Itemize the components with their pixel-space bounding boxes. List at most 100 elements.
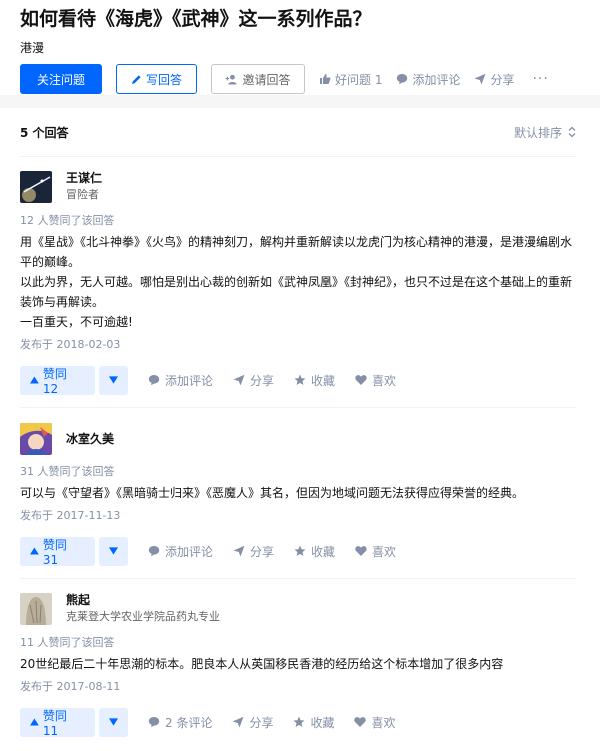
vote-up-label: 赞同 11 bbox=[42, 708, 67, 738]
share-icon bbox=[233, 374, 245, 386]
vote-up-triangle-icon bbox=[30, 718, 39, 726]
collect-label: 收藏 bbox=[310, 715, 335, 730]
invite-answer-button[interactable]: 邀请回答 bbox=[211, 64, 305, 94]
sort-dropdown[interactable]: 默认排序 bbox=[514, 124, 576, 141]
vote-count-line: 11 人赞同了该回答 bbox=[20, 636, 115, 649]
answer-content: 用《星战》《北斗神拳》《火鸟》的精神刻刀，解构并重新解读以龙虎门为核心精神的港漫… bbox=[20, 232, 576, 332]
answer-actions: 赞同 12 添加评论 分享 收藏 喜欢 bbox=[20, 365, 576, 407]
heart-icon bbox=[355, 375, 367, 385]
answer-author: 熊起 克莱登大学农业学院品药丸专业 bbox=[20, 579, 576, 627]
like-label: 喜欢 bbox=[372, 373, 397, 388]
share-label: 分享 bbox=[490, 72, 515, 87]
write-answer-label: 写回答 bbox=[145, 72, 182, 87]
avatar[interactable] bbox=[20, 171, 52, 203]
share-label: 分享 bbox=[250, 544, 275, 559]
star-icon bbox=[294, 545, 306, 556]
comment-button[interactable]: 添加评论 bbox=[148, 543, 213, 560]
comment-icon bbox=[148, 717, 160, 728]
share-icon bbox=[233, 545, 245, 557]
answers-panel: 5 个回答 默认排序 王谋仁 冒险者 12 人赞同了该回答 用《星战》《北斗神拳… bbox=[0, 108, 600, 751]
question-header: 如何看待《海虎》《武神》这一系列作品？ 港漫 关注问题 写回答 邀请回答 好问题… bbox=[0, 0, 600, 95]
good-question-label: 好问题 1 bbox=[335, 72, 383, 87]
vote-down-button[interactable] bbox=[99, 365, 128, 395]
answer-author: 王谋仁 冒险者 bbox=[20, 157, 576, 205]
answer-item: 冰室久美 31 人赞同了该回答 可以与《守望者》《黑暗骑士归来》《恶魔人》其名，… bbox=[20, 408, 576, 579]
invite-answer-label: 邀请回答 bbox=[242, 72, 291, 87]
collect-button[interactable]: 收藏 bbox=[294, 372, 335, 389]
like-label: 喜欢 bbox=[372, 544, 397, 559]
vote-down-button[interactable] bbox=[99, 536, 128, 566]
sort-icon bbox=[568, 126, 576, 138]
follow-question-label: 关注问题 bbox=[36, 72, 85, 87]
share-label: 分享 bbox=[249, 715, 274, 730]
heart-icon bbox=[355, 546, 367, 556]
collect-button[interactable]: 收藏 bbox=[293, 714, 334, 731]
heart-icon bbox=[354, 717, 367, 727]
comment-label: 添加评论 bbox=[165, 544, 214, 559]
comment-button[interactable]: 2 条评论 bbox=[148, 714, 212, 731]
publish-date[interactable]: 发布于 2018-02-03 bbox=[20, 337, 576, 353]
author-name[interactable]: 王谋仁 bbox=[66, 170, 102, 186]
answer-author: 冰室久美 bbox=[20, 408, 576, 456]
comment-icon bbox=[148, 546, 160, 557]
comment-icon bbox=[148, 375, 160, 386]
answer-count: 5 个回答 bbox=[20, 125, 69, 140]
share-button[interactable]: 分享 bbox=[233, 372, 274, 389]
vote-up-triangle-icon bbox=[30, 547, 39, 555]
comment-label: 添加评论 bbox=[165, 373, 214, 388]
answer-item: 王谋仁 冒险者 12 人赞同了该回答 用《星战》《北斗神拳》《火鸟》的精神刻刀，… bbox=[20, 157, 576, 408]
comment-label: 2 条评论 bbox=[165, 715, 213, 730]
answer-paragraph: 20世纪最后二十年思潮的标本。肥良本人从英国移民香港的经历给这个标本增加了很多内… bbox=[20, 657, 504, 671]
vote-down-button[interactable] bbox=[99, 707, 128, 737]
vote-up-triangle-icon bbox=[30, 376, 39, 384]
comment-button[interactable]: 添加评论 bbox=[148, 372, 213, 389]
vote-up-label: 赞同 31 bbox=[42, 537, 67, 567]
author-name[interactable]: 冰室久美 bbox=[66, 431, 114, 447]
vote-count-line: 31 人赞同了该回答 bbox=[20, 465, 115, 478]
answer-actions: 赞同 11 2 条评论 分享 收藏 喜欢 bbox=[20, 707, 576, 749]
vote-up-button[interactable]: 赞同 31 bbox=[20, 536, 95, 567]
good-question-button[interactable]: 好问题 1 bbox=[319, 71, 382, 88]
like-label: 喜欢 bbox=[371, 715, 396, 730]
star-icon bbox=[293, 716, 305, 727]
sort-label: 默认排序 bbox=[513, 125, 562, 140]
star-icon bbox=[294, 374, 306, 385]
author-name[interactable]: 熊起 bbox=[66, 592, 220, 608]
add-comment-button[interactable]: 添加评论 bbox=[396, 71, 460, 88]
topic-tag[interactable]: 港漫 bbox=[20, 40, 580, 56]
write-answer-button[interactable]: 写回答 bbox=[116, 64, 197, 94]
answer-paragraph: 用《星战》《北斗神拳》《火鸟》的精神刻刀，解构并重新解读以龙虎门为核心精神的港漫… bbox=[20, 235, 573, 269]
answer-paragraph: 可以与《守望者》《黑暗骑士归来》《恶魔人》其名，但因为地域问题无法获得应得荣誉的… bbox=[20, 486, 525, 500]
publish-date[interactable]: 发布于 2017-08-11 bbox=[20, 679, 576, 695]
avatar[interactable] bbox=[20, 593, 52, 625]
collect-label: 收藏 bbox=[311, 544, 336, 559]
publish-date[interactable]: 发布于 2017-11-13 bbox=[20, 508, 576, 524]
like-button[interactable]: 喜欢 bbox=[355, 543, 396, 560]
question-actions: 关注问题 写回答 邀请回答 好问题 1 添加评论 分享 ··· bbox=[20, 64, 580, 94]
share-button[interactable]: 分享 bbox=[474, 71, 514, 88]
vote-count-line: 12 人赞同了该回答 bbox=[20, 214, 115, 227]
collect-button[interactable]: 收藏 bbox=[294, 543, 335, 560]
share-button[interactable]: 分享 bbox=[232, 714, 273, 731]
vote-up-button[interactable]: 赞同 11 bbox=[20, 707, 95, 738]
answer-actions: 赞同 31 添加评论 分享 收藏 喜欢 bbox=[20, 536, 576, 578]
vote-up-button[interactable]: 赞同 12 bbox=[20, 365, 95, 396]
like-button[interactable]: 喜欢 bbox=[355, 372, 396, 389]
invite-user-icon bbox=[226, 74, 238, 85]
vote-down-triangle-icon bbox=[109, 547, 118, 555]
avatar[interactable] bbox=[20, 423, 52, 455]
share-icon bbox=[232, 716, 244, 728]
more-options-button[interactable]: ··· bbox=[532, 71, 548, 87]
answer-paragraph: 以此为界，无人可越。哪怕是别出心裁的创新如《武神凤凰》《封神纪》，也只不过是在这… bbox=[20, 275, 573, 309]
share-label: 分享 bbox=[250, 373, 275, 388]
follow-question-button[interactable]: 关注问题 bbox=[20, 64, 102, 94]
answer-content: 20世纪最后二十年思潮的标本。肥良本人从英国移民香港的经历给这个标本增加了很多内… bbox=[20, 654, 576, 674]
thumb-up-icon bbox=[320, 74, 331, 84]
share-button[interactable]: 分享 bbox=[233, 543, 274, 560]
answers-header: 5 个回答 默认排序 bbox=[20, 108, 576, 157]
answer-content: 可以与《守望者》《黑暗骑士归来》《恶魔人》其名，但因为地域问题无法获得应得荣誉的… bbox=[20, 483, 576, 503]
add-comment-label: 添加评论 bbox=[412, 72, 461, 87]
vote-down-triangle-icon bbox=[109, 376, 118, 384]
like-button[interactable]: 喜欢 bbox=[354, 714, 396, 731]
share-icon bbox=[474, 73, 486, 85]
